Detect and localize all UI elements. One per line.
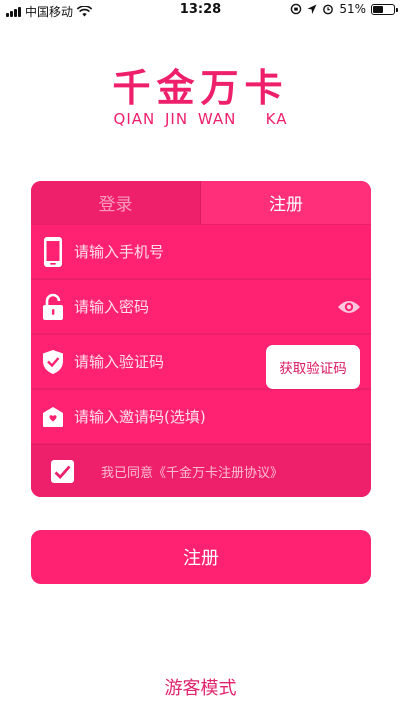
password-row (31, 279, 371, 333)
logo-english: QIAN JIN WAN KA (113, 110, 288, 128)
register-button[interactable]: 注册 (31, 530, 371, 584)
register-card: 登录 注册 请输入手机号 请输入验证码 请输入邀请码(选填) 获取验证码 我已同… (31, 181, 371, 497)
guest-mode-link[interactable]: 游客模式 (0, 674, 401, 700)
agree-checkbox[interactable] (51, 460, 74, 483)
checkmark-icon (54, 465, 71, 479)
tab-register[interactable]: 注册 (201, 181, 371, 224)
phone-icon (41, 225, 65, 279)
rotation-lock-icon (291, 3, 302, 15)
tab-login[interactable]: 登录 (31, 181, 201, 224)
show-password-icon[interactable] (337, 295, 361, 319)
phone-row (31, 224, 371, 278)
app-logo: 千金万卡 QIAN JIN WAN KA (0, 66, 401, 128)
battery-icon (371, 3, 398, 15)
agreement-row: 我已同意《千金万卡注册协议》 (31, 444, 371, 497)
invite-envelope-icon (41, 390, 65, 444)
lock-icon (41, 280, 65, 334)
shield-check-icon (41, 335, 65, 389)
code-input[interactable] (74, 348, 254, 376)
password-input[interactable] (74, 293, 294, 321)
location-icon (307, 4, 317, 14)
invite-input[interactable] (74, 403, 294, 431)
battery-fill (373, 5, 384, 13)
invite-row (31, 389, 371, 443)
status-bar: 中国移动 13:28 51% (0, 0, 401, 20)
logo-chinese: 千金万卡 (112, 66, 289, 110)
get-code-button[interactable]: 获取验证码 (266, 345, 360, 389)
status-right: 51% (290, 2, 398, 16)
agreement-link[interactable]: 我已同意《千金万卡注册协议》 (101, 462, 283, 481)
alarm-icon (323, 4, 334, 15)
phone-input[interactable] (74, 238, 294, 266)
auth-tabs: 登录 注册 (31, 181, 371, 224)
battery-percent: 51% (339, 2, 366, 16)
